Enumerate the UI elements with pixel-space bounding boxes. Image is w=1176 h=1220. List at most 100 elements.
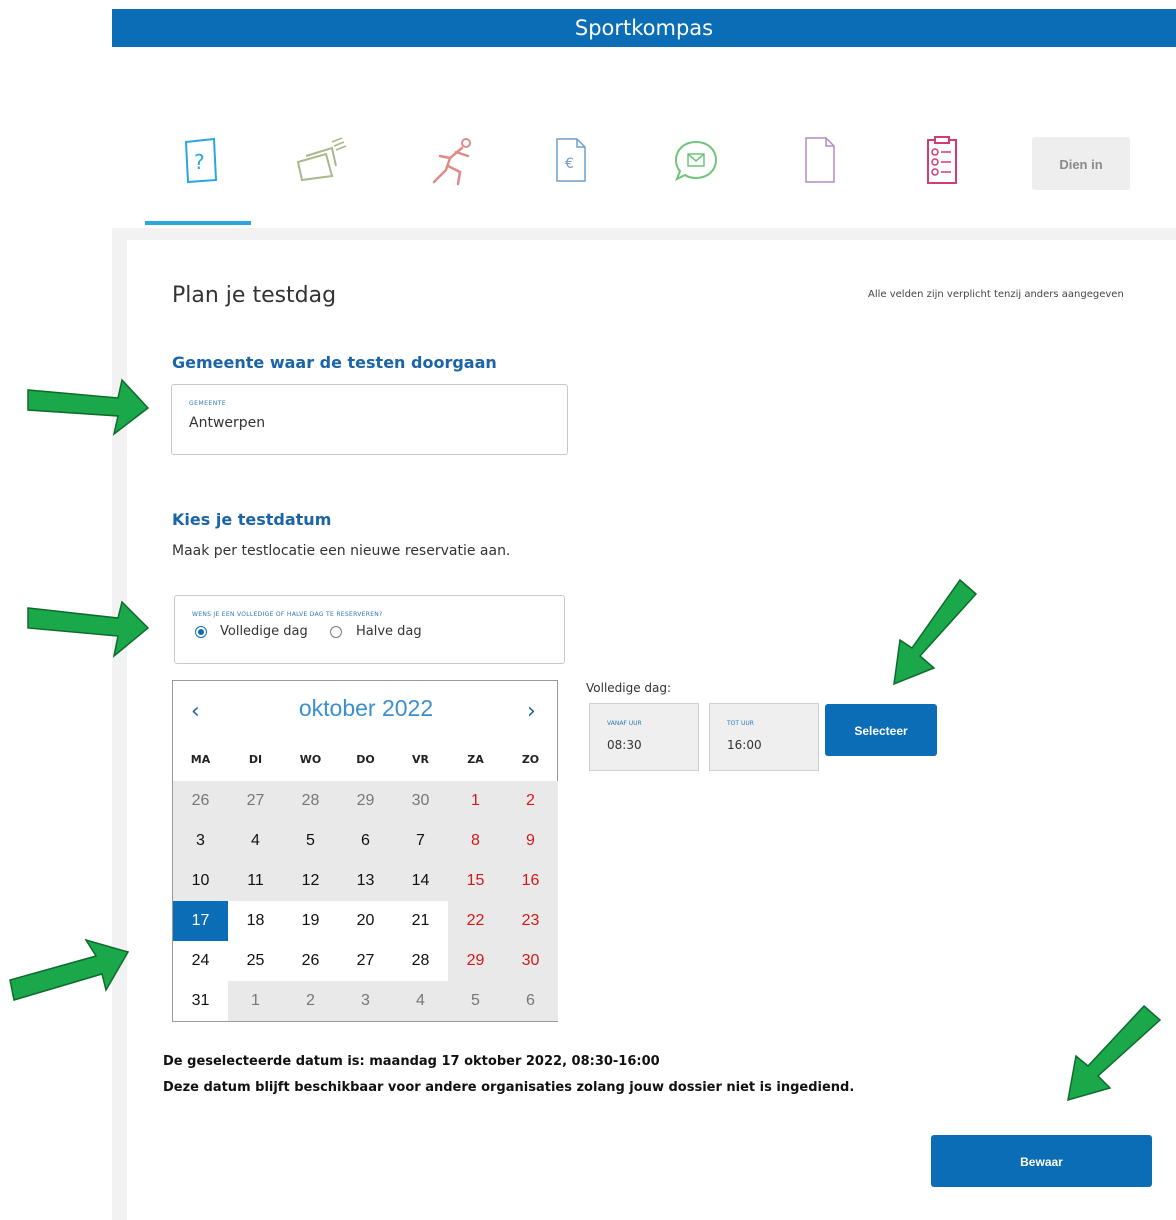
svg-text:€: € [565, 156, 574, 172]
calendar-day[interactable]: 25 [228, 941, 283, 981]
calendar-day[interactable]: 15 [448, 861, 503, 901]
calendar-day[interactable]: 27 [338, 941, 393, 981]
step-contact[interactable] [668, 132, 724, 188]
date-calendar: ‹ oktober 2022 › MA DI WO DO VR ZA ZO 26 27 28 29… [172, 680, 558, 1022]
calendar-day[interactable]: 3 [173, 821, 228, 861]
calendar-day[interactable]: 19 [283, 901, 338, 941]
step-sport[interactable] [424, 132, 480, 188]
to-time-label: TOT UUR [727, 720, 754, 727]
step-overview[interactable] [914, 132, 970, 188]
calendar-day[interactable]: 13 [338, 861, 393, 901]
calendar-day[interactable]: 20 [338, 901, 393, 941]
step-documents-upload[interactable] [792, 132, 848, 188]
calendar-day[interactable]: 28 [393, 941, 448, 981]
step-finance[interactable]: € [543, 132, 599, 188]
step-question[interactable]: ? [172, 132, 228, 188]
active-step-indicator [145, 221, 251, 225]
calendar-day[interactable]: 14 [393, 861, 448, 901]
runner-icon [432, 138, 471, 186]
calendar-day[interactable]: 22 [448, 901, 503, 941]
calendar-day[interactable]: 1 [228, 981, 283, 1021]
calendar-day[interactable]: 8 [448, 821, 503, 861]
calendar-day[interactable]: 9 [503, 821, 558, 861]
calendar-day[interactable]: 4 [228, 821, 283, 861]
weekday-label: WO [299, 753, 322, 766]
to-time-field[interactable]: TOT UUR 16:00 [709, 703, 819, 771]
from-time-value: 08:30 [607, 738, 642, 752]
calendar-day[interactable]: 16 [503, 861, 558, 901]
documents-stack-icon [296, 137, 347, 182]
calendar-day[interactable]: 6 [338, 821, 393, 861]
gemeente-field-label: GEMEENTE [189, 400, 227, 407]
checklist-icon [927, 136, 957, 184]
calendar-day[interactable]: 31 [173, 981, 228, 1021]
next-month-button[interactable]: › [527, 699, 536, 724]
page-title: Plan je testdag [172, 283, 337, 308]
svg-text:?: ? [194, 150, 205, 174]
calendar-day[interactable]: 29 [338, 781, 393, 821]
to-time-value: 16:00 [727, 738, 762, 752]
annotation-arrow-day-type [27, 600, 150, 658]
weekday-label: DO [356, 753, 375, 766]
euro-document-icon: € [556, 138, 586, 182]
calendar-day[interactable]: 11 [228, 861, 283, 901]
calendar-day[interactable]: 5 [448, 981, 503, 1021]
full-day-label[interactable]: Volledige dag [220, 624, 308, 639]
calendar-day[interactable]: 28 [283, 781, 338, 821]
calendar-weekday-header: MA DI WO DO VR ZA ZO [173, 753, 559, 777]
calendar-day[interactable]: 18 [228, 901, 283, 941]
half-day-label[interactable]: Halve dag [356, 624, 422, 639]
from-time-label: VANAF UUR [607, 720, 642, 727]
day-type-field: WENS JE EEN VOLLEDIGE OF HALVE DAG TE RE… [174, 595, 565, 664]
annotation-arrow-calendar [9, 938, 130, 1001]
annotation-arrow-select [893, 578, 978, 686]
submit-dossier-button[interactable]: Dien in [1032, 137, 1130, 190]
annotation-arrow-save [1067, 1004, 1162, 1102]
calendar-day[interactable]: 6 [503, 981, 558, 1021]
calendar-day[interactable]: 10 [173, 861, 228, 901]
save-button[interactable]: Bewaar [931, 1135, 1152, 1187]
time-section-title: Volledige dag: [586, 681, 672, 695]
half-day-radio[interactable] [330, 626, 342, 638]
calendar-day[interactable]: 30 [393, 781, 448, 821]
question-card-icon: ? [184, 137, 218, 184]
calendar-day[interactable]: 12 [283, 861, 338, 901]
calendar-day[interactable]: 27 [228, 781, 283, 821]
calendar-day[interactable]: 30 [503, 941, 558, 981]
required-fields-note: Alle velden zijn verplicht tenzij anders… [868, 289, 1124, 300]
weekday-label: DI [248, 753, 263, 766]
calendar-day[interactable]: 3 [338, 981, 393, 1021]
calendar-day[interactable]: 4 [393, 981, 448, 1021]
select-time-button[interactable]: Selecteer [825, 704, 937, 756]
gemeente-input[interactable] [189, 415, 529, 431]
calendar-day[interactable]: 2 [283, 981, 338, 1021]
calendar-day[interactable]: 5 [283, 821, 338, 861]
testdatum-subtext: Maak per testlocatie een nieuwe reservat… [172, 543, 511, 559]
testdatum-heading: Kies je testdatum [172, 510, 332, 529]
calendar-day[interactable]: 29 [448, 941, 503, 981]
step-documents[interactable] [292, 132, 348, 188]
calendar-day-selected[interactable]: 17 [173, 901, 228, 941]
gemeente-heading: Gemeente waar de testen doorgaan [172, 353, 497, 372]
from-time-field[interactable]: VANAF UUR 08:30 [589, 703, 699, 771]
gemeente-field[interactable]: GEMEENTE [171, 384, 568, 455]
calendar-day[interactable]: 1 [448, 781, 503, 821]
content-frame-left [112, 228, 127, 1220]
calendar-day[interactable]: 23 [503, 901, 558, 941]
app-header: Sportkompas [112, 9, 1176, 47]
calendar-day[interactable]: 26 [173, 781, 228, 821]
annotation-arrow-gemeente [27, 378, 150, 436]
calendar-day[interactable]: 7 [393, 821, 448, 861]
calendar-day[interactable]: 26 [283, 941, 338, 981]
weekday-label: MA [190, 753, 211, 766]
calendar-day[interactable]: 2 [503, 781, 558, 821]
day-type-question: WENS JE EEN VOLLEDIGE OF HALVE DAG TE RE… [192, 611, 383, 618]
calendar-day[interactable]: 24 [173, 941, 228, 981]
calendar-day[interactable]: 21 [393, 901, 448, 941]
selected-date-text: De geselecteerde datum is: maandag 17 ok… [163, 1054, 660, 1069]
weekday-label: ZO [521, 753, 540, 766]
weekday-label: ZA [467, 753, 484, 766]
app-title: Sportkompas [574, 16, 714, 40]
calendar-month-title: oktober 2022 [298, 695, 434, 721]
full-day-radio[interactable] [195, 626, 207, 638]
